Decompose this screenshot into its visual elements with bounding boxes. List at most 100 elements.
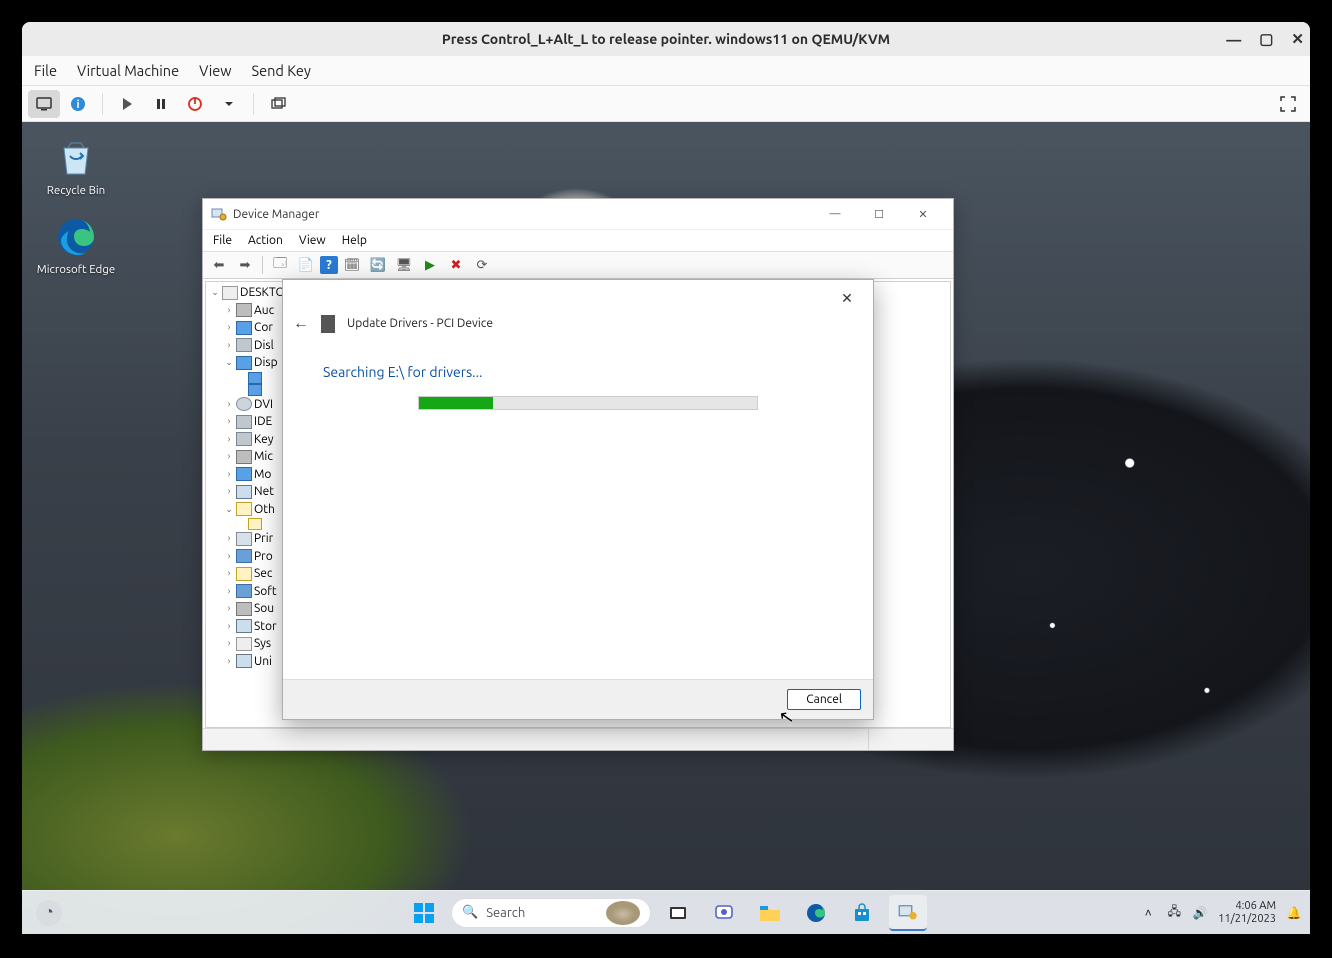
show-hide-tree-icon[interactable]: 🗔 (268, 254, 292, 276)
tree-item[interactable]: Prir (254, 530, 273, 548)
progress-fill (419, 397, 493, 409)
shutdown-menu-button[interactable] (213, 90, 245, 118)
tree-item[interactable]: Soft (254, 583, 277, 601)
guest-desktop[interactable]: Recycle Bin Microsoft Edge Device Manage… (22, 122, 1310, 934)
vm-menubar: File Virtual Machine View Send Key (22, 56, 1310, 86)
shutdown-button[interactable] (179, 90, 211, 118)
tree-item[interactable]: DVI (254, 396, 273, 414)
update-drivers-dialog: ✕ ← Update Drivers - PCI Device Searchin… (282, 279, 874, 720)
tree-item[interactable]: Sys (254, 635, 271, 653)
tree-item[interactable]: Key (254, 431, 274, 449)
recycle-bin-icon[interactable]: Recycle Bin (36, 136, 116, 197)
dm-menubar: File Action View Help (203, 229, 953, 251)
forward-icon[interactable]: ➡ (233, 254, 257, 276)
host-maximize-button[interactable]: ▢ (1259, 30, 1273, 48)
dm-menu-action[interactable]: Action (248, 234, 283, 247)
dm-menu-file[interactable]: File (213, 234, 232, 247)
tree-item[interactable]: Disl (254, 337, 274, 355)
snapshots-button[interactable] (262, 90, 294, 118)
edge-taskbar-button[interactable] (797, 895, 835, 931)
help-icon[interactable]: ? (320, 256, 338, 274)
dm-menu-view[interactable]: View (299, 234, 326, 247)
dm-menu-help[interactable]: Help (342, 234, 367, 247)
progress-bar (418, 396, 758, 410)
network-icon[interactable]: 🖧 (1166, 902, 1182, 923)
menu-send-key[interactable]: Send Key (252, 62, 311, 79)
recycle-bin-label: Recycle Bin (36, 184, 116, 197)
install-icon[interactable]: 🖥 (392, 254, 416, 276)
vm-viewer-window: Press Control_L+Alt_L to release pointer… (22, 22, 1310, 934)
store-button[interactable] (843, 895, 881, 931)
dm-titlebar[interactable]: Device Manager — ☐ ✕ (203, 199, 953, 229)
dialog-back-button[interactable]: ← (293, 314, 309, 333)
windows-taskbar: ◔ 🔍 Search ˄ 🖧 🔊 4:06 (22, 890, 1310, 934)
tree-item[interactable]: Oth (254, 501, 275, 519)
start-button[interactable] (405, 895, 443, 931)
tree-item[interactable]: IDE (254, 413, 272, 431)
vm-titlebar: Press Control_L+Alt_L to release pointer… (22, 22, 1310, 56)
scan-hardware-icon[interactable]: ⟳ (470, 254, 494, 276)
cancel-button[interactable]: Cancel (787, 689, 861, 710)
task-view-button[interactable] (659, 895, 697, 931)
time-text: 4:06 AM (1218, 900, 1276, 913)
chat-button[interactable] (705, 895, 743, 931)
svg-text:i: i (76, 99, 79, 111)
tree-item[interactable]: Uni (254, 653, 272, 671)
tree-item[interactable]: Auc (254, 302, 274, 320)
tree-item[interactable]: Mic (254, 448, 273, 466)
search-icon: 🔍 (462, 905, 478, 920)
search-status-text: Searching E:\ for drivers... (323, 364, 483, 380)
vm-title: Press Control_L+Alt_L to release pointer… (442, 31, 890, 47)
uninstall-icon[interactable]: ✖ (444, 254, 468, 276)
tree-item[interactable]: Pro (254, 548, 273, 566)
volume-icon[interactable]: 🔊 (1192, 906, 1208, 920)
dm-title: Device Manager (233, 208, 319, 221)
fullscreen-button[interactable] (1272, 90, 1304, 118)
dm-toolbar: ⬅ ➡ 🗔 📄 ? 🗓 🔄 🖥 ▶ ✖ ⟳ (203, 251, 953, 279)
dialog-close-button[interactable]: ✕ (831, 286, 863, 310)
dm-minimize-button[interactable]: — (813, 200, 857, 228)
tree-item[interactable]: Sec (254, 565, 273, 583)
menu-virtual-machine[interactable]: Virtual Machine (77, 62, 179, 79)
dm-close-button[interactable]: ✕ (901, 200, 945, 228)
tree-item[interactable]: Net (254, 483, 274, 501)
menu-view[interactable]: View (199, 62, 231, 79)
widgets-button[interactable]: ◔ (36, 900, 62, 926)
search-placeholder: Search (486, 906, 525, 920)
host-close-button[interactable]: ✕ (1291, 30, 1304, 48)
back-icon[interactable]: ⬅ (207, 254, 231, 276)
device-manager-taskbar-button[interactable] (889, 895, 927, 931)
device-icon (321, 315, 335, 333)
date-text: 11/21/2023 (1218, 913, 1276, 926)
run-button[interactable] (111, 90, 143, 118)
tray-overflow-button[interactable]: ˄ (1140, 906, 1156, 920)
host-minimize-button[interactable]: — (1226, 31, 1241, 48)
tree-item[interactable]: Cor (254, 319, 273, 337)
tree-root[interactable]: DESKTO (240, 284, 285, 302)
tree-item[interactable]: Mo (254, 466, 271, 484)
dm-statusbar (203, 728, 953, 750)
tree-item[interactable]: Disp (254, 354, 278, 372)
search-illustration (606, 901, 640, 925)
edge-label: Microsoft Edge (36, 263, 116, 276)
pause-button[interactable] (145, 90, 177, 118)
file-explorer-button[interactable] (751, 895, 789, 931)
properties-icon[interactable]: 📄 (294, 254, 318, 276)
dm-app-icon (211, 206, 227, 222)
details-button[interactable]: i (62, 90, 94, 118)
update-driver-icon[interactable]: 🔄 (366, 254, 390, 276)
taskbar-search[interactable]: 🔍 Search (451, 898, 651, 928)
menu-file[interactable]: File (34, 62, 57, 79)
system-tray: ˄ 🖧 🔊 4:06 AM 11/21/2023 🔔 (1140, 900, 1302, 926)
tree-item[interactable]: Sou (254, 600, 274, 618)
console-button[interactable] (28, 90, 60, 118)
clock[interactable]: 4:06 AM 11/21/2023 (1218, 900, 1276, 926)
dm-maximize-button[interactable]: ☐ (857, 200, 901, 228)
tree-item[interactable]: Stor (254, 618, 277, 636)
notifications-icon[interactable]: 🔔 (1286, 906, 1302, 920)
dialog-title: Update Drivers - PCI Device (347, 317, 493, 330)
vm-toolbar: i (22, 86, 1310, 122)
scan-icon[interactable]: 🗓 (340, 254, 364, 276)
enable-icon[interactable]: ▶ (418, 254, 442, 276)
edge-icon[interactable]: Microsoft Edge (36, 215, 116, 276)
